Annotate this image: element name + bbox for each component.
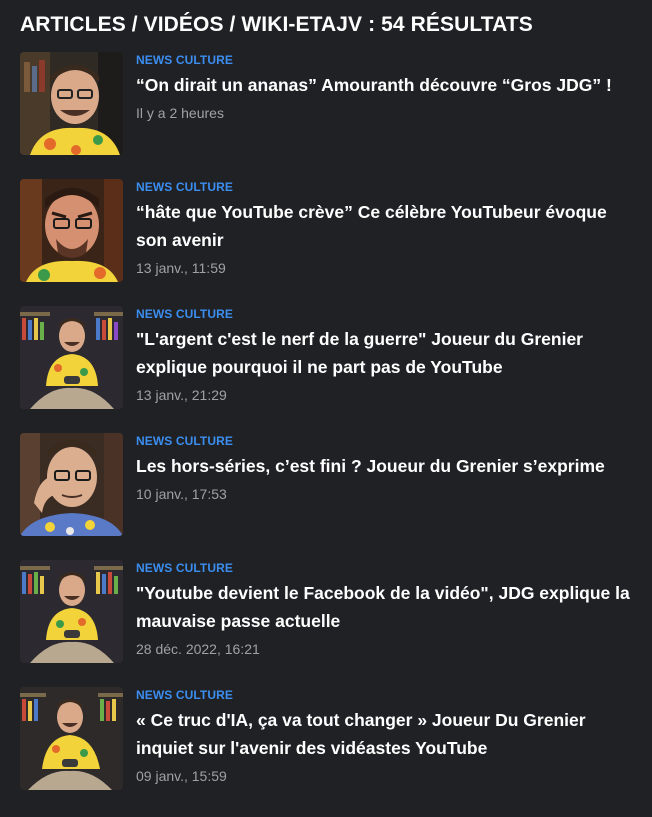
article-date: 13 janv., 11:59 (136, 260, 226, 276)
article-date: 13 janv., 21:29 (136, 387, 227, 403)
article-title[interactable]: "Youtube devient le Facebook de la vidéo… (136, 579, 631, 635)
article-category[interactable]: NEWS CULTURE (136, 53, 632, 67)
article-title[interactable]: « Ce truc d'IA, ça va tout changer » Jou… (136, 706, 631, 762)
article-date: 28 déc. 2022, 16:21 (136, 641, 260, 657)
article-thumbnail[interactable] (20, 179, 123, 282)
article-date: 09 janv., 15:59 (136, 768, 227, 784)
article-text: NEWS CULTURE "Youtube devient le Faceboo… (136, 560, 632, 657)
article-title[interactable]: "L'argent c'est le nerf de la guerre" Jo… (136, 325, 631, 381)
article-text: NEWS CULTURE "L'argent c'est le nerf de … (136, 306, 632, 403)
article-list: NEWS CULTURE “On dirait un ananas” Amour… (20, 52, 632, 790)
article-item[interactable]: NEWS CULTURE “hâte que YouTube crève” Ce… (20, 179, 632, 282)
article-category[interactable]: NEWS CULTURE (136, 561, 632, 575)
article-thumbnail[interactable] (20, 52, 123, 155)
article-date: 10 janv., 17:53 (136, 486, 227, 502)
article-title[interactable]: Les hors-séries, c’est fini ? Joueur du … (136, 452, 631, 480)
article-text: NEWS CULTURE Les hors-séries, c’est fini… (136, 433, 632, 502)
article-thumbnail[interactable] (20, 433, 123, 536)
article-title[interactable]: “On dirait un ananas” Amouranth découvre… (136, 71, 631, 99)
article-category[interactable]: NEWS CULTURE (136, 688, 632, 702)
article-title[interactable]: “hâte que YouTube crève” Ce célèbre YouT… (136, 198, 631, 254)
article-item[interactable]: NEWS CULTURE "L'argent c'est le nerf de … (20, 306, 632, 409)
article-item[interactable]: NEWS CULTURE « Ce truc d'IA, ça va tout … (20, 687, 632, 790)
article-text: NEWS CULTURE “hâte que YouTube crève” Ce… (136, 179, 632, 276)
search-results: ARTICLES / VIDÉOS / WIKI-ETAJV : 54 RÉSU… (0, 0, 652, 790)
article-item[interactable]: NEWS CULTURE "Youtube devient le Faceboo… (20, 560, 632, 663)
article-item[interactable]: NEWS CULTURE “On dirait un ananas” Amour… (20, 52, 632, 155)
article-text: NEWS CULTURE « Ce truc d'IA, ça va tout … (136, 687, 632, 784)
article-category[interactable]: NEWS CULTURE (136, 307, 632, 321)
results-heading: ARTICLES / VIDÉOS / WIKI-ETAJV : 54 RÉSU… (20, 13, 533, 36)
article-thumbnail[interactable] (20, 687, 123, 790)
article-thumbnail[interactable] (20, 306, 123, 409)
article-category[interactable]: NEWS CULTURE (136, 180, 632, 194)
article-category[interactable]: NEWS CULTURE (136, 434, 632, 448)
article-item[interactable]: NEWS CULTURE Les hors-séries, c’est fini… (20, 433, 632, 536)
article-text: NEWS CULTURE “On dirait un ananas” Amour… (136, 52, 632, 121)
article-date: Il y a 2 heures (136, 105, 224, 121)
article-thumbnail[interactable] (20, 560, 123, 663)
